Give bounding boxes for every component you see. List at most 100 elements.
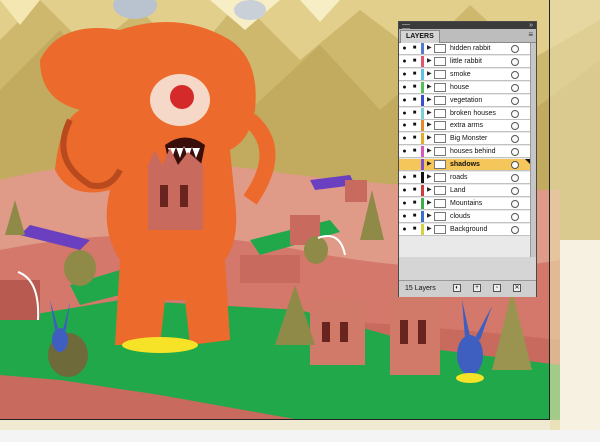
layer-color-swatch: [421, 172, 424, 183]
lock-icon[interactable]: ■: [411, 121, 418, 130]
layer-thumbnail: [434, 44, 446, 53]
layer-name: roads: [450, 174, 468, 181]
expand-arrow-icon[interactable]: ▶: [427, 69, 432, 80]
target-circle-icon[interactable]: [511, 161, 519, 169]
expand-arrow-icon[interactable]: ▶: [427, 95, 432, 106]
expand-arrow-icon[interactable]: ▶: [427, 82, 432, 93]
layer-thumbnail: [434, 83, 446, 92]
layer-row[interactable]: ● ■ ▶ smoke: [399, 69, 530, 81]
visibility-eye-icon[interactable]: ●: [401, 134, 408, 143]
layer-name: broken houses: [450, 110, 496, 117]
visibility-eye-icon[interactable]: ●: [401, 225, 408, 234]
expand-arrow-icon[interactable]: ▶: [427, 133, 432, 144]
layer-row[interactable]: ● ■ ▶ roads: [399, 172, 530, 184]
target-circle-icon[interactable]: [511, 97, 519, 105]
target-circle-icon[interactable]: [511, 174, 519, 182]
new-layer-icon[interactable]: ▫: [493, 284, 501, 292]
target-circle-icon[interactable]: [511, 122, 519, 130]
lock-icon[interactable]: ■: [411, 173, 418, 182]
visibility-eye-icon[interactable]: ●: [401, 173, 408, 182]
layer-color-swatch: [421, 198, 424, 209]
layers-panel[interactable]: » LAYERS ≡ ● ■ ▶ hidden rabbit ● ■ ▶ little rab…: [398, 21, 537, 297]
lock-icon[interactable]: ■: [411, 109, 418, 118]
visibility-eye-icon[interactable]: ●: [401, 186, 408, 195]
expand-arrow-icon[interactable]: ▶: [427, 108, 432, 119]
expand-arrow-icon[interactable]: ▶: [427, 198, 432, 209]
layer-row[interactable]: ● ■ ▶ houses behind: [399, 146, 530, 158]
visibility-eye-icon[interactable]: ●: [401, 83, 408, 92]
layer-list-scrollbar[interactable]: [530, 43, 536, 257]
layer-thumbnail: [434, 225, 446, 234]
lock-icon[interactable]: [411, 160, 418, 169]
layer-row[interactable]: ▶ shadows: [399, 159, 530, 171]
visibility-eye-icon[interactable]: ●: [401, 121, 408, 130]
layer-row[interactable]: ● ■ ▶ little rabbit: [399, 56, 530, 68]
expand-arrow-icon[interactable]: ▶: [427, 56, 432, 67]
lock-icon[interactable]: ■: [411, 57, 418, 66]
lock-icon[interactable]: ■: [411, 225, 418, 234]
visibility-eye-icon[interactable]: ●: [401, 96, 408, 105]
layer-count: 15 Layers: [405, 285, 436, 292]
expand-arrow-icon[interactable]: ▶: [427, 211, 432, 222]
lock-icon[interactable]: ■: [411, 44, 418, 53]
visibility-eye-icon[interactable]: ●: [401, 212, 408, 221]
panel-titlebar[interactable]: »: [399, 22, 536, 29]
target-circle-icon[interactable]: [511, 226, 519, 234]
target-circle-icon[interactable]: [511, 213, 519, 221]
expand-arrow-icon[interactable]: ▶: [427, 120, 432, 131]
target-circle-icon[interactable]: [511, 200, 519, 208]
target-circle-icon[interactable]: [511, 45, 519, 53]
layer-list[interactable]: ● ■ ▶ hidden rabbit ● ■ ▶ little rabbit ● ■ ▶ smoke…: [399, 43, 530, 257]
target-circle-icon[interactable]: [511, 187, 519, 195]
lock-icon[interactable]: ■: [411, 147, 418, 156]
target-circle-icon[interactable]: [511, 58, 519, 66]
layer-row[interactable]: ● ■ ▶ Big Monster: [399, 133, 530, 145]
layer-row[interactable]: ● ■ ▶ vegetation: [399, 95, 530, 107]
visibility-eye-icon[interactable]: ●: [401, 199, 408, 208]
visibility-eye-icon[interactable]: [401, 160, 408, 169]
lock-icon[interactable]: ■: [411, 96, 418, 105]
lock-icon[interactable]: ■: [411, 186, 418, 195]
layer-name: vegetation: [450, 97, 483, 104]
panel-menu-icon[interactable]: ≡: [528, 30, 533, 40]
layer-thumbnail: [434, 96, 446, 105]
target-circle-icon[interactable]: [511, 110, 519, 118]
layer-row[interactable]: ● ■ ▶ Background: [399, 224, 530, 236]
layer-row[interactable]: ● ■ ▶ Land: [399, 185, 530, 197]
lock-icon[interactable]: ■: [411, 134, 418, 143]
layer-row[interactable]: ● ■ ▶ house: [399, 82, 530, 94]
collapse-panel-icon[interactable]: »: [529, 22, 533, 29]
new-sublayer-icon[interactable]: +: [473, 284, 481, 292]
lock-icon[interactable]: ■: [411, 83, 418, 92]
expand-arrow-icon[interactable]: ▶: [427, 146, 432, 157]
lock-icon[interactable]: ■: [411, 212, 418, 221]
visibility-eye-icon[interactable]: ●: [401, 147, 408, 156]
target-circle-icon[interactable]: [511, 71, 519, 79]
layer-row[interactable]: ● ■ ▶ hidden rabbit: [399, 43, 530, 55]
expand-arrow-icon[interactable]: ▶: [427, 159, 432, 170]
status-strip: [0, 430, 600, 442]
visibility-eye-icon[interactable]: ●: [401, 70, 408, 79]
expand-arrow-icon[interactable]: ▶: [427, 172, 432, 183]
layer-row[interactable]: ● ■ ▶ extra arms: [399, 120, 530, 132]
layer-row[interactable]: ● ■ ▶ clouds: [399, 211, 530, 223]
delete-layer-icon[interactable]: ✕: [513, 284, 521, 292]
expand-arrow-icon[interactable]: ▶: [427, 224, 432, 235]
layer-row[interactable]: ● ■ ▶ Mountains: [399, 198, 530, 210]
make-clipping-mask-icon[interactable]: ◐: [453, 284, 461, 292]
layer-color-swatch: [421, 82, 424, 93]
expand-arrow-icon[interactable]: ▶: [427, 43, 432, 54]
target-circle-icon[interactable]: [511, 135, 519, 143]
layer-name: Background: [450, 226, 488, 233]
layer-row[interactable]: ● ■ ▶ broken houses: [399, 108, 530, 120]
layer-name: little rabbit: [450, 58, 482, 65]
expand-arrow-icon[interactable]: ▶: [427, 185, 432, 196]
visibility-eye-icon[interactable]: ●: [401, 57, 408, 66]
lock-icon[interactable]: ■: [411, 70, 418, 79]
lock-icon[interactable]: ■: [411, 199, 418, 208]
visibility-eye-icon[interactable]: ●: [401, 109, 408, 118]
visibility-eye-icon[interactable]: ●: [401, 44, 408, 53]
target-circle-icon[interactable]: [511, 148, 519, 156]
target-circle-icon[interactable]: [511, 84, 519, 92]
tab-layers[interactable]: LAYERS: [400, 30, 440, 43]
